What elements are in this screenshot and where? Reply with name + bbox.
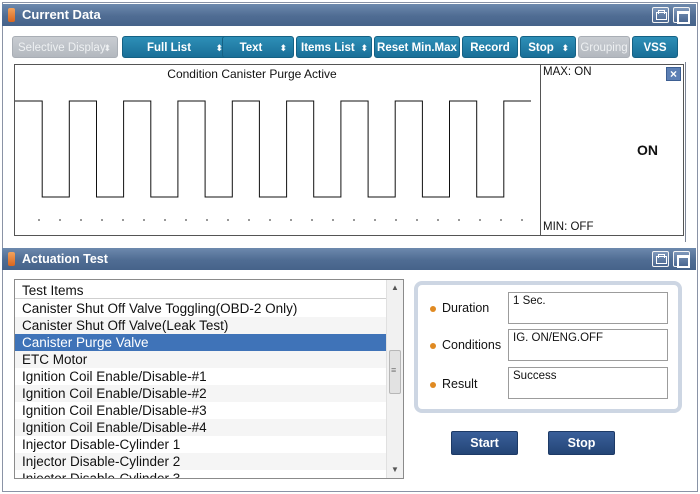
list-item[interactable]: Injector Disable-Cylinder 2 [15, 453, 387, 470]
bullet-icon [430, 381, 436, 388]
stop-select[interactable]: Stop ⬍ [520, 36, 576, 58]
result-field: Success [508, 367, 668, 399]
list-item[interactable]: Injector Disable-Cylinder 3 [15, 470, 387, 478]
value-panel: MAX: ON ON MIN: OFF × [540, 64, 684, 236]
items-list-select[interactable]: Items List ⬍ [296, 36, 372, 58]
full-list-select[interactable]: Full List ⬍ [122, 36, 230, 58]
items-list-label: Items List [301, 42, 355, 54]
scroll-thumb[interactable] [389, 350, 401, 394]
conditions-label-text: Conditions [442, 338, 502, 352]
bullet-icon [430, 342, 436, 349]
result-label: Result [430, 377, 477, 391]
chevron-updown-icon: ⬍ [360, 43, 368, 53]
chevron-updown-icon: ⬍ [561, 43, 569, 53]
list-item[interactable]: Ignition Coil Enable/Disable-#2 [15, 385, 387, 402]
bar-icon [8, 8, 15, 22]
stop-label: Stop [528, 42, 554, 54]
result-panel: Duration 1 Sec. Conditions IG. ON/ENG.OF… [414, 281, 682, 413]
divider [685, 62, 686, 242]
selective-display-label: Selective Display [18, 42, 106, 54]
current-data-title: Current Data [22, 7, 101, 22]
start-button[interactable]: Start [451, 431, 518, 455]
conditions-label: Conditions [430, 338, 501, 352]
bar-icon [8, 252, 15, 266]
current-value: ON [637, 142, 658, 158]
list-item[interactable]: Injector Disable-Cylinder 1 [15, 436, 387, 453]
list-item[interactable]: Ignition Coil Enable/Disable-#3 [15, 402, 387, 419]
list-scrollbar[interactable]: ▲ ▼ [386, 280, 403, 478]
text-select[interactable]: Text ⬍ [222, 36, 294, 58]
list-item[interactable]: Canister Shut Off Valve Toggling(OBD-2 O… [15, 300, 387, 317]
stop-button[interactable]: Stop [548, 431, 615, 455]
current-data-header: Current Data [2, 4, 696, 26]
duration-label: Duration [430, 301, 489, 315]
print-icon[interactable] [652, 251, 669, 267]
duration-field: 1 Sec. [508, 292, 668, 324]
list-item[interactable]: Canister Shut Off Valve(Leak Test) [15, 317, 387, 334]
close-icon[interactable]: × [666, 67, 681, 81]
bullet-icon [430, 305, 436, 312]
list-header: Test Items [15, 282, 387, 299]
signal-chart [15, 100, 531, 221]
list-item[interactable]: Ignition Coil Enable/Disable-#1 [15, 368, 387, 385]
reset-min-max-button[interactable]: Reset Min.Max [374, 36, 460, 58]
signal-line [15, 100, 531, 198]
chevron-updown-icon: ⬍ [279, 43, 287, 53]
conditions-field: IG. ON/ENG.OFF [508, 329, 668, 361]
print-icon[interactable] [652, 7, 669, 23]
full-list-label: Full List [146, 42, 192, 54]
signal-graph: Condition Canister Purge Active [14, 64, 540, 236]
grouping-button: Grouping [578, 36, 630, 58]
scroll-up-icon[interactable]: ▲ [387, 280, 403, 296]
scroll-down-icon[interactable]: ▼ [387, 462, 403, 478]
text-label: Text [239, 42, 263, 54]
vss-button[interactable]: VSS [632, 36, 678, 58]
list-item[interactable]: Ignition Coil Enable/Disable-#4 [15, 419, 387, 436]
chevron-updown-icon: ⬍ [103, 43, 111, 53]
actuation-test-header: Actuation Test [2, 248, 696, 270]
result-label-text: Result [442, 377, 478, 391]
record-button[interactable]: Record [462, 36, 518, 58]
actuation-test-title: Actuation Test [22, 252, 108, 266]
duration-label-text: Duration [442, 301, 490, 315]
test-items-list[interactable]: Test Items Canister Shut Off Valve Toggl… [14, 279, 404, 479]
list-item[interactable]: Canister Purge Valve [15, 334, 387, 351]
max-label: MAX: ON [543, 66, 592, 78]
min-label: MIN: OFF [543, 221, 594, 233]
maximize-icon[interactable] [673, 251, 690, 268]
maximize-icon[interactable] [673, 7, 690, 24]
list-item[interactable]: ETC Motor [15, 351, 387, 368]
selective-display-select[interactable]: Selective Display ⬍ [12, 36, 118, 58]
